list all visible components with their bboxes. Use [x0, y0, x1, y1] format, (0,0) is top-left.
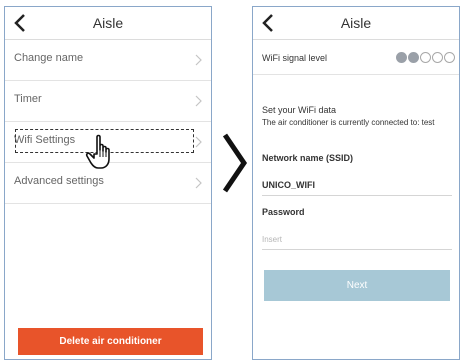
signal-dot-empty	[444, 52, 455, 63]
app-header: Aisle	[253, 7, 459, 40]
wifi-signal-indicator	[395, 52, 455, 64]
connection-status-text: The air conditioner is currently connect…	[262, 118, 435, 127]
menu-item-label: Wifi Settings	[14, 134, 76, 146]
menu-item-label: Change name	[14, 52, 84, 64]
app-header: Aisle	[5, 7, 211, 40]
wifi-signal-row: WiFi signal level	[253, 40, 459, 75]
password-label: Password	[262, 207, 305, 217]
signal-dot-filled	[408, 52, 419, 63]
wifi-settings-screen: Aisle WiFi signal level Set your WiFi da…	[252, 6, 460, 360]
next-button[interactable]: Next	[264, 270, 450, 301]
menu-item-change-name[interactable]: Change name	[5, 40, 211, 81]
network-name-label: Network name (SSID)	[262, 153, 354, 163]
delete-air-conditioner-button[interactable]: Delete air conditioner	[18, 328, 203, 355]
transition-arrow-icon	[222, 133, 248, 193]
password-input[interactable]	[262, 229, 452, 250]
menu-item-timer[interactable]: Timer	[5, 81, 211, 122]
signal-dot-empty	[432, 52, 443, 63]
wifi-signal-label: WiFi signal level	[262, 53, 328, 63]
screen-title: Aisle	[92, 15, 124, 31]
menu-item-label: Advanced settings	[14, 175, 104, 187]
chevron-right-icon	[195, 54, 202, 66]
set-wifi-heading: Set your WiFi data	[262, 105, 337, 115]
pointing-hand-cursor-icon	[85, 134, 110, 169]
menu-item-label: Timer	[14, 93, 42, 105]
signal-dot-filled	[396, 52, 407, 63]
tutorial-canvas: Aisle Change name Timer Wifi Settings Ad…	[0, 0, 460, 364]
signal-dot-empty	[420, 52, 431, 63]
screen-title: Aisle	[340, 15, 372, 31]
chevron-right-icon	[195, 177, 202, 189]
chevron-right-icon	[195, 95, 202, 107]
aisle-menu-screen: Aisle Change name Timer Wifi Settings Ad…	[4, 6, 212, 360]
network-name-field[interactable]: UNICO_WIFI	[262, 180, 315, 190]
network-name-underline	[262, 195, 452, 196]
chevron-right-icon	[195, 136, 202, 148]
